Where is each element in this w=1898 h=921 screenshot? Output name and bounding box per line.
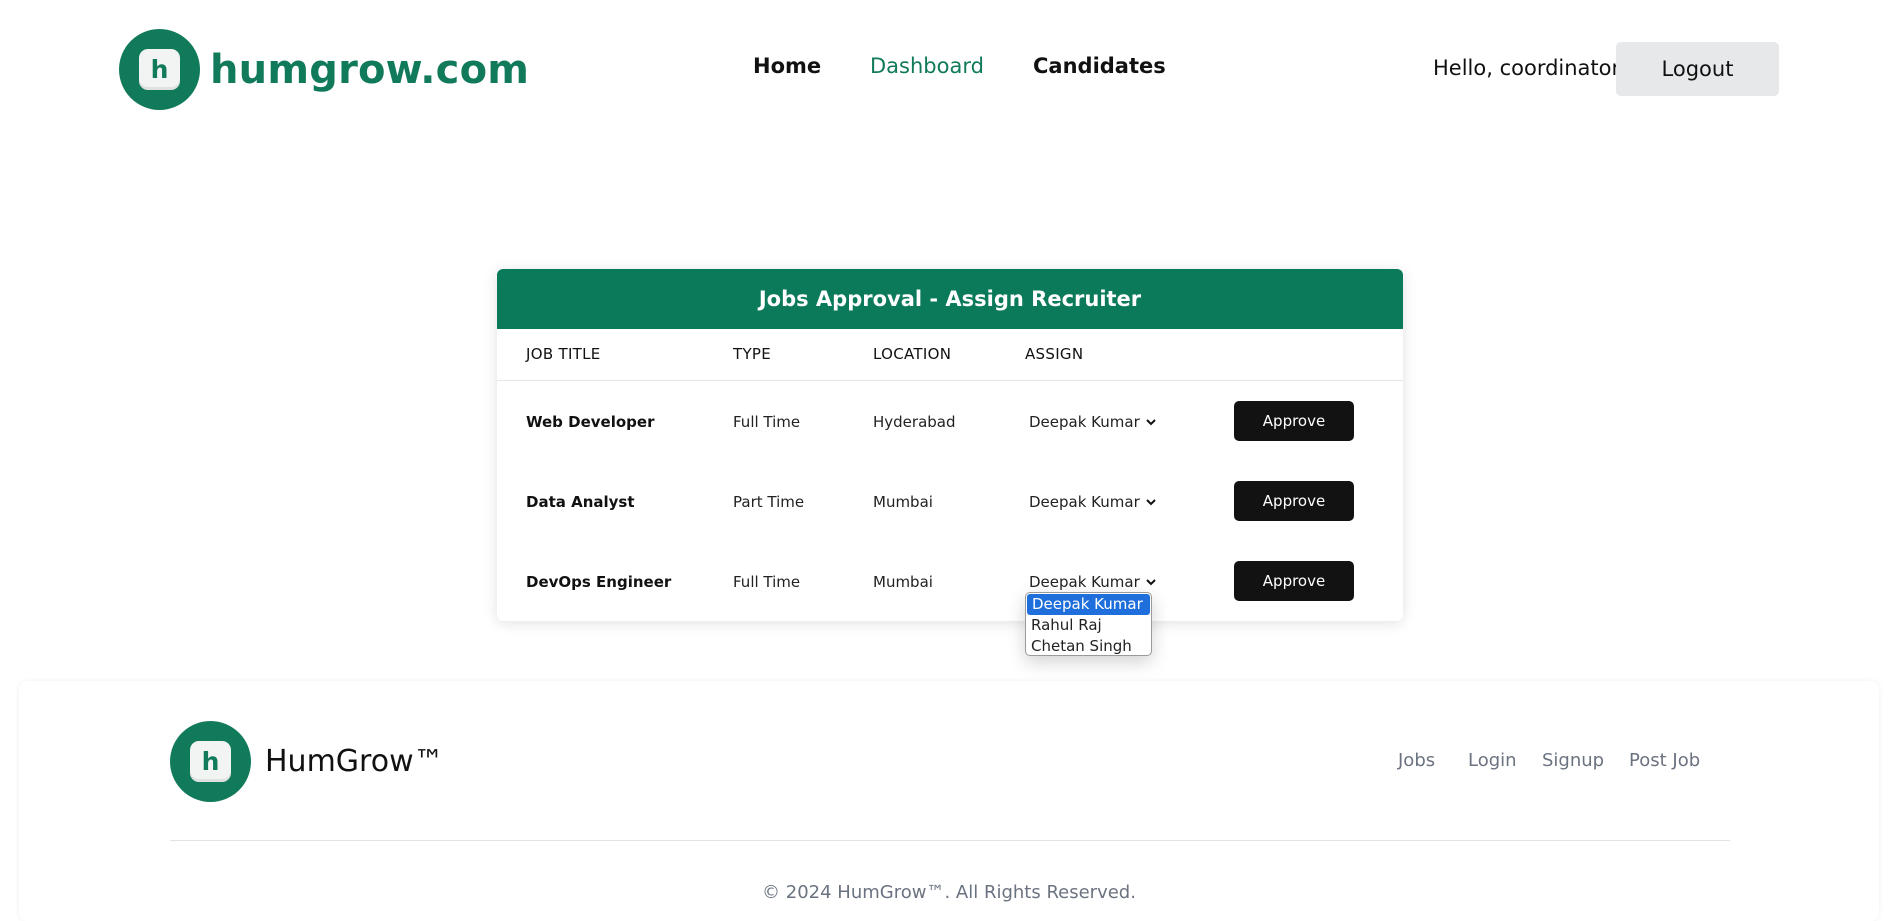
assign-selected-value: Deepak Kumar — [1029, 573, 1140, 591]
job-type: Full Time — [733, 413, 801, 431]
chevron-down-icon — [1146, 579, 1156, 586]
job-title: Data Analyst — [526, 493, 635, 511]
dropdown-option-rahul-raj[interactable]: Rahul Raj — [1026, 615, 1151, 636]
approve-button[interactable]: Approve — [1234, 401, 1354, 441]
dropdown-option-deepak-kumar[interactable]: Deepak Kumar — [1027, 594, 1150, 615]
nav-candidates[interactable]: Candidates — [1033, 54, 1166, 78]
nav-dashboard[interactable]: Dashboard — [870, 54, 984, 78]
job-location: Mumbai — [873, 573, 933, 591]
footer-brand-name: HumGrow™ — [265, 744, 444, 779]
column-header-assign: ASSIGN — [1025, 345, 1084, 363]
dropdown-option-chetan-singh[interactable]: Chetan Singh — [1026, 636, 1151, 655]
chevron-down-icon — [1146, 499, 1156, 506]
job-title: Web Developer — [526, 413, 655, 431]
table-row: Data Analyst Part Time Mumbai Deepak Kum… — [497, 461, 1403, 541]
job-type: Full Time — [733, 573, 801, 591]
logout-button[interactable]: Logout — [1616, 42, 1779, 96]
jobs-approval-card: Jobs Approval - Assign Recruiter JOB TIT… — [497, 269, 1403, 621]
job-location: Hyderabad — [873, 413, 956, 431]
logo-h-icon: h — [139, 49, 180, 90]
user-greeting: Hello, coordinator — [1433, 56, 1621, 80]
assign-selected-value: Deepak Kumar — [1029, 493, 1140, 511]
footer-logo[interactable]: h HumGrow™ — [170, 721, 444, 802]
logo-h-icon: h — [190, 741, 231, 782]
assign-recruiter-select[interactable]: Deepak Kumar — [1029, 493, 1157, 511]
job-location: Mumbai — [873, 493, 933, 511]
footer-link-jobs[interactable]: Jobs — [1398, 750, 1435, 771]
footer-link-login[interactable]: Login — [1468, 750, 1517, 771]
job-type: Part Time — [733, 493, 805, 511]
approve-button[interactable]: Approve — [1234, 481, 1354, 521]
site-footer: h HumGrow™ Jobs Login Signup Post Job © … — [19, 681, 1879, 921]
chevron-down-icon — [1146, 419, 1156, 426]
table-row: Web Developer Full Time Hyderabad Deepak… — [497, 381, 1403, 461]
brand-logo[interactable]: h humgrow.com — [119, 29, 529, 110]
job-title: DevOps Engineer — [526, 573, 672, 591]
logo-circle: h — [119, 29, 200, 110]
logo-circle: h — [170, 721, 251, 802]
table-row: DevOps Engineer Full Time Mumbai Deepak … — [497, 541, 1403, 621]
column-header-job-title: JOB TITLE — [526, 345, 601, 363]
column-header-type: TYPE — [733, 345, 772, 363]
nav-home[interactable]: Home — [753, 54, 821, 78]
approve-button[interactable]: Approve — [1234, 561, 1354, 601]
column-header-location: LOCATION — [873, 345, 952, 363]
copyright-text: © 2024 HumGrow™. All Rights Reserved. — [762, 882, 1136, 903]
top-header: h humgrow.com Home Dashboard Candidates … — [0, 0, 1898, 140]
table-header: JOB TITLE TYPE LOCATION ASSIGN — [497, 329, 1403, 381]
footer-link-post-job[interactable]: Post Job — [1629, 750, 1700, 771]
brand-name: humgrow.com — [210, 46, 530, 93]
assign-recruiter-select[interactable]: Deepak Kumar — [1029, 573, 1157, 591]
card-title: Jobs Approval - Assign Recruiter — [497, 269, 1403, 329]
footer-divider — [170, 840, 1730, 841]
recruiter-dropdown-list: Deepak Kumar Rahul Raj Chetan Singh — [1025, 592, 1152, 656]
assign-selected-value: Deepak Kumar — [1029, 413, 1140, 431]
assign-recruiter-select[interactable]: Deepak Kumar — [1029, 413, 1157, 431]
footer-link-signup[interactable]: Signup — [1542, 750, 1604, 771]
